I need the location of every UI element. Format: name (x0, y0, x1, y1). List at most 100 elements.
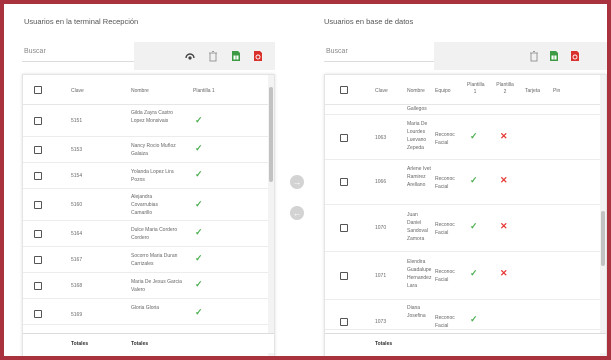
row-nombre: Yolanda Lopez Lira Pozos (131, 169, 174, 183)
row-clave: 5169 (71, 312, 83, 318)
check-icon: ✓ (195, 227, 203, 237)
row-nombre: Arlene Ivet Ramirez Arellano (407, 166, 431, 188)
check-icon: ✓ (470, 268, 478, 278)
row-equipo: Reconoc Facial (435, 132, 455, 146)
right-users-table: Clave Nombre Equipo Plantilla 1 Plantill… (324, 74, 607, 356)
row-clave: 1070 (375, 225, 387, 231)
row-clave: 5160 (71, 202, 83, 208)
left-col-plantilla1: Plantilla 1 (193, 88, 215, 94)
right-col-equipo: Equipo (435, 88, 451, 94)
left-scrollbar-thumb[interactable] (269, 87, 273, 182)
table-row[interactable]: 5164 Dulce Maria Cordero Cordero ✓ (23, 221, 274, 247)
row-nombre: Alejandra Covarrubias Camarillo (131, 194, 158, 216)
row-checkbox[interactable] (340, 272, 348, 280)
right-col-nombre: Nombre (407, 88, 425, 94)
right-scrollbar[interactable] (600, 75, 606, 356)
fingerprint-sync-icon[interactable] (184, 50, 196, 62)
pdf-export-icon[interactable] (569, 50, 581, 62)
row-checkbox[interactable] (34, 310, 42, 318)
row-checkbox[interactable] (340, 318, 348, 326)
row-clave: 5153 (71, 147, 83, 153)
row-clave: 5168 (71, 283, 83, 289)
table-row-partial: Gallegos (325, 105, 606, 115)
row-checkbox[interactable] (340, 224, 348, 232)
row-equipo: Reconoc Facial (435, 222, 455, 236)
row-nombre: Gloria Gloria (131, 305, 160, 311)
left-scrollbar[interactable] (268, 75, 274, 356)
right-col-plantilla2: Plantilla 2 (496, 82, 514, 95)
row-checkbox[interactable] (34, 230, 42, 238)
right-col-pin: Pin (553, 88, 561, 94)
table-row[interactable]: 5151 Gilda Zayra Castro Lopez Monsivais … (23, 105, 274, 137)
cross-icon: ✕ (500, 131, 508, 141)
table-row[interactable]: 5167 Socorro Maria Duran Carrizales ✓ (23, 247, 274, 273)
row-equipo: Reconoc Facial (435, 269, 455, 283)
right-select-all-checkbox[interactable] (340, 86, 348, 94)
row-checkbox[interactable] (340, 134, 348, 142)
table-row[interactable]: 1066 Arlene Ivet Ramirez Arellano Recono… (325, 160, 606, 205)
cross-icon: ✕ (500, 175, 508, 185)
row-clave: 5164 (71, 231, 83, 237)
table-row[interactable]: 1070 Juan Daniel Sandoval Zamora Reconoc… (325, 205, 606, 252)
table-row[interactable]: 5153 Nancy Rocio Muñoz Galaiza ✓ (23, 137, 274, 163)
excel-export-icon[interactable] (548, 50, 560, 62)
left-select-all-checkbox[interactable] (34, 86, 42, 94)
right-col-clave: Clave (375, 88, 388, 94)
cross-icon: ✕ (500, 221, 508, 231)
left-search-underline (22, 61, 134, 62)
table-row[interactable]: 5169 Gloria Gloria ✓ (23, 299, 274, 325)
right-search-underline (324, 61, 434, 62)
row-checkbox[interactable] (340, 178, 348, 186)
left-panel-title: Usuarios en la terminal Recepción (24, 17, 139, 26)
left-toolbar (134, 42, 275, 70)
row-checkbox[interactable] (34, 256, 42, 264)
table-row[interactable]: 5168 Maria De Jesus Garcia Valero ✓ (23, 273, 274, 299)
pdf-export-icon[interactable] (252, 50, 264, 62)
row-nombre: Maria De Lourdes Luevano Zepeda (407, 121, 428, 151)
row-checkbox[interactable] (34, 117, 42, 125)
left-table-header: Clave Nombre Plantilla 1 (23, 75, 274, 105)
right-scrollbar-thumb[interactable] (601, 211, 605, 266)
trash-icon[interactable] (528, 50, 540, 62)
row-clave: 1066 (375, 179, 387, 185)
row-nombre: Maria De Jesus Garcia Valero (131, 279, 182, 293)
row-nombre: Diana Josefina (407, 305, 426, 319)
cross-icon: ✕ (500, 268, 508, 278)
transfer-right-button[interactable]: → (290, 175, 304, 189)
check-icon: ✓ (470, 131, 478, 141)
right-panel-title: Usuarios en base de datos (324, 17, 414, 26)
row-nombre: Elendira Guadalupe Hernandez Lara (407, 259, 432, 289)
left-search-input[interactable]: Buscar (24, 48, 46, 55)
row-checkbox[interactable] (34, 282, 42, 290)
left-footer-totales-2: Totales (131, 341, 149, 347)
trash-icon[interactable] (207, 50, 219, 62)
row-equipo: Reconoc Facial (435, 176, 455, 190)
row-checkbox[interactable] (34, 146, 42, 154)
row-checkbox[interactable] (34, 172, 42, 180)
excel-export-icon[interactable] (230, 50, 242, 62)
check-icon: ✓ (195, 253, 203, 263)
table-row[interactable]: 1073 Diana Josefina Reconoc Facial ✓ (325, 300, 606, 330)
left-table-footer: Totales Totales (23, 333, 274, 353)
table-row[interactable]: 5160 Alejandra Covarrubias Camarillo ✓ (23, 189, 274, 221)
right-toolbar (434, 42, 607, 70)
right-col-plantilla1: Plantilla 1 (467, 82, 485, 95)
left-col-nombre: Nombre (131, 88, 149, 94)
row-nombre: Juan Daniel Sandoval Zamora (407, 212, 428, 242)
check-icon: ✓ (195, 199, 203, 209)
row-checkbox[interactable] (34, 201, 42, 209)
row-clave: 5167 (71, 257, 83, 263)
row-clave: 5151 (71, 118, 83, 124)
check-icon: ✓ (470, 221, 478, 231)
table-row[interactable]: 1071 Elendira Guadalupe Hernandez Lara R… (325, 252, 606, 300)
transfer-left-button[interactable]: ← (290, 206, 304, 220)
row-clave: 1071 (375, 273, 387, 279)
right-search-input[interactable]: Buscar (326, 48, 348, 55)
right-col-tarjeta: Tarjeta (525, 88, 541, 94)
row-equipo: Reconoc Facial (435, 315, 455, 329)
row-clave: 1063 (375, 135, 387, 141)
check-icon: ✓ (195, 169, 203, 179)
check-icon: ✓ (195, 115, 203, 125)
table-row[interactable]: 1063 Maria De Lourdes Luevano Zepeda Rec… (325, 116, 606, 160)
table-row[interactable]: 5154 Yolanda Lopez Lira Pozos ✓ (23, 163, 274, 189)
